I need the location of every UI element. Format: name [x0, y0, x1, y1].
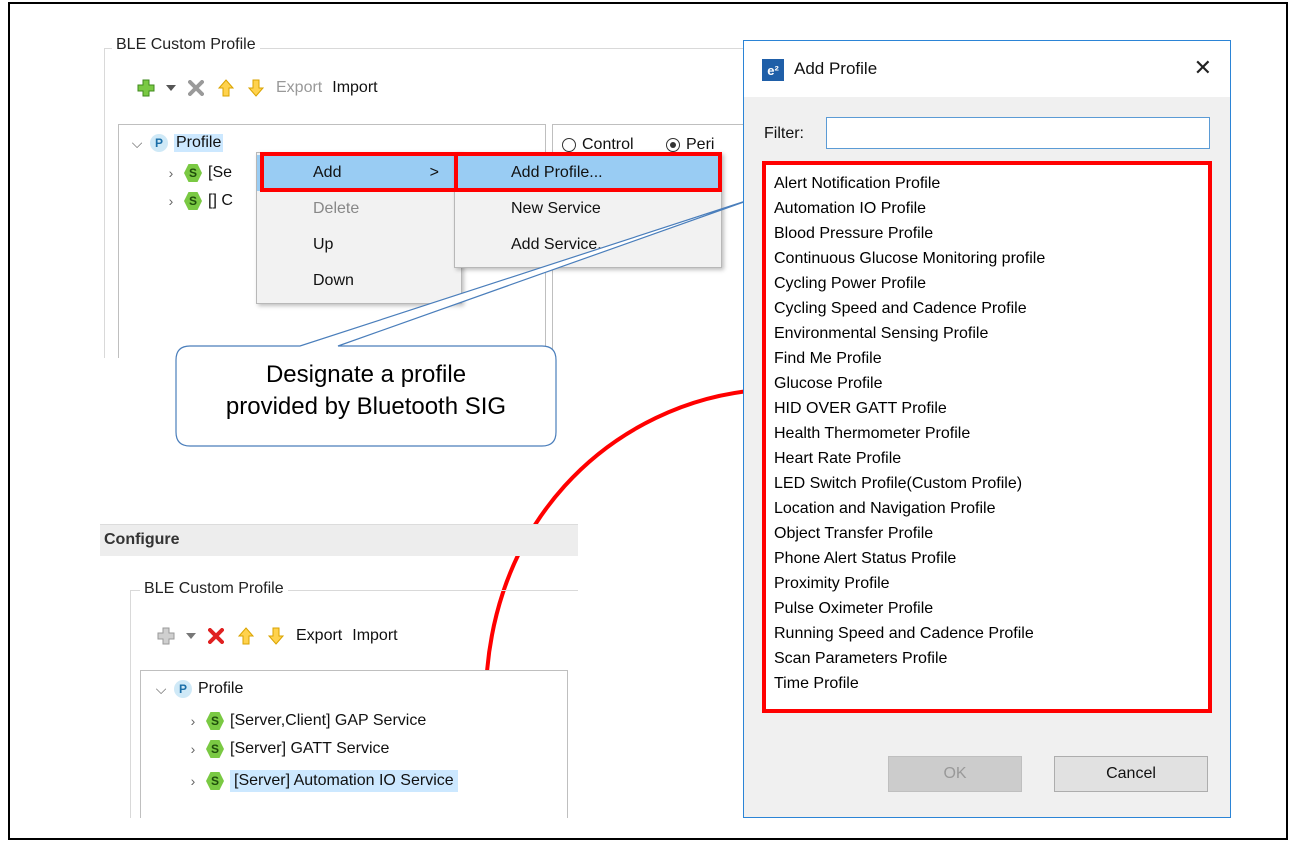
filter-label: Filter: [764, 125, 804, 142]
callout-line-2: provided by Bluetooth SIG [225, 393, 507, 420]
list-item[interactable]: Phone Alert Status Profile [774, 546, 956, 571]
dialog-title: Add Profile [794, 59, 878, 78]
list-item[interactable]: Scan Parameters Profile [774, 646, 947, 671]
import-button[interactable]: Import [332, 79, 377, 97]
tree-item-profile[interactable]: ⌵ P Profile [154, 678, 243, 700]
highlight-box-add [260, 152, 722, 192]
tree-item-gatt-service[interactable]: › S [Server] GATT Service [186, 738, 389, 760]
menu-item-new-service[interactable]: New Service [455, 191, 721, 227]
add-profile-dialog: e² Add Profile ✕ Filter: Alert Notificat… [743, 40, 1231, 818]
menu-item-label: New Service [511, 200, 601, 217]
tree-item-label: [Server,Client] GAP Service [230, 712, 427, 729]
divider [454, 156, 458, 188]
list-item[interactable]: Glucose Profile [774, 371, 883, 396]
menu-item-label: Delete [313, 200, 360, 217]
down-arrow-icon[interactable] [266, 626, 286, 646]
list-item[interactable]: Environmental Sensing Profile [774, 321, 988, 346]
menu-item-delete[interactable]: Delete [257, 191, 461, 227]
service-icon: S [206, 772, 224, 790]
chevron-right-icon[interactable]: › [186, 713, 200, 729]
list-item[interactable]: Cycling Speed and Cadence Profile [774, 296, 1027, 321]
menu-item-down[interactable]: Down [257, 263, 461, 299]
up-arrow-icon[interactable] [216, 78, 236, 98]
dropdown-arrow-icon[interactable] [186, 626, 196, 646]
chevron-down-icon[interactable]: ⌵ [130, 135, 144, 152]
filter-input[interactable] [826, 117, 1210, 149]
profile-icon: P [150, 134, 168, 152]
add-icon[interactable] [136, 78, 156, 98]
menu-item-label: Add Service... [511, 236, 611, 253]
radio-selected-icon [666, 138, 680, 152]
delete-icon[interactable] [186, 78, 206, 98]
delete-icon[interactable] [206, 626, 226, 646]
tree-item-service[interactable]: › S [Se [164, 162, 232, 184]
tree-item-label: [Server] Automation IO Service [230, 770, 458, 792]
add-icon[interactable] [156, 626, 176, 646]
list-item[interactable]: Pulse Oximeter Profile [774, 596, 933, 621]
configure-title: Configure [104, 531, 180, 548]
callout-text-block: Designate a profile provided by Bluetoot… [176, 360, 556, 430]
list-item[interactable]: HID OVER GATT Profile [774, 396, 947, 421]
up-arrow-icon[interactable] [236, 626, 256, 646]
chevron-right-icon[interactable]: › [186, 741, 200, 757]
e2-logo-icon: e² [762, 59, 784, 81]
list-item[interactable]: Blood Pressure Profile [774, 221, 933, 246]
radio-icon [562, 138, 576, 152]
configure-toolbar: Export Import [156, 626, 398, 646]
menu-item-label: Up [313, 236, 334, 253]
configure-group-title: BLE Custom Profile [140, 580, 288, 598]
top-group-title: BLE Custom Profile [112, 36, 260, 54]
dialog-titlebar: e² Add Profile ✕ [744, 41, 1230, 97]
tree-item-label: Profile [174, 134, 224, 152]
list-item[interactable]: Find Me Profile [774, 346, 882, 371]
tree-item-label: [] C [208, 192, 233, 209]
tree-item-gap-service[interactable]: › S [Server,Client] GAP Service [186, 710, 426, 732]
configure-header: Configure [100, 524, 578, 556]
list-item[interactable]: Location and Navigation Profile [774, 496, 995, 521]
tree-item-label: Profile [198, 680, 244, 697]
chevron-down-icon[interactable]: ⌵ [154, 681, 168, 698]
menu-item-add-service[interactable]: Add Service... [455, 227, 721, 263]
menu-item-label: Down [313, 272, 354, 289]
close-icon[interactable]: ✕ [1194, 55, 1212, 81]
chevron-right-icon[interactable]: › [164, 193, 178, 209]
list-item[interactable]: Continuous Glucose Monitoring profile [774, 246, 1045, 271]
dropdown-arrow-icon[interactable] [166, 78, 176, 98]
tree-item-profile[interactable]: ⌵ P Profile [130, 132, 224, 154]
list-item[interactable]: Running Speed and Cadence Profile [774, 621, 1034, 646]
chevron-right-icon[interactable]: › [186, 773, 200, 789]
ok-button[interactable]: OK [888, 756, 1022, 792]
profile-icon: P [174, 680, 192, 698]
list-item[interactable]: Automation IO Profile [774, 196, 926, 221]
service-icon: S [206, 712, 224, 730]
down-arrow-icon[interactable] [246, 78, 266, 98]
tree-item-automation-io-service[interactable]: › S [Server] Automation IO Service [186, 770, 458, 792]
list-item[interactable]: Proximity Profile [774, 571, 890, 596]
cancel-button[interactable]: Cancel [1054, 756, 1208, 792]
chevron-right-icon[interactable]: › [164, 165, 178, 181]
top-toolbar: Export Import [136, 78, 378, 98]
tree-item-label: [Se [208, 164, 233, 181]
service-icon: S [206, 740, 224, 758]
tree-item-label: [Server] GATT Service [230, 740, 390, 757]
export-button[interactable]: Export [276, 79, 322, 97]
list-item[interactable]: Alert Notification Profile [774, 171, 940, 196]
menu-item-up[interactable]: Up [257, 227, 461, 263]
list-item[interactable]: LED Switch Profile(Custom Profile) [774, 471, 1022, 496]
list-item[interactable]: Heart Rate Profile [774, 446, 901, 471]
tree-item-service[interactable]: › S [] C [164, 190, 233, 212]
list-item[interactable]: Cycling Power Profile [774, 271, 926, 296]
callout-line-1: Designate a profile [265, 361, 467, 388]
list-item[interactable]: Object Transfer Profile [774, 521, 933, 546]
import-button[interactable]: Import [352, 627, 397, 645]
list-item[interactable]: Health Thermometer Profile [774, 421, 970, 446]
profile-list[interactable]: Alert Notification Profile Automation IO… [762, 161, 1212, 713]
list-item[interactable]: Time Profile [774, 671, 859, 696]
export-button[interactable]: Export [296, 627, 342, 645]
service-icon: S [184, 164, 202, 182]
service-icon: S [184, 192, 202, 210]
